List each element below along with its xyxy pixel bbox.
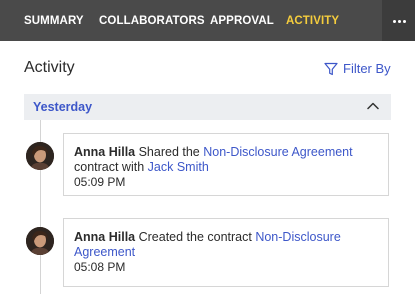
tab-collaborators[interactable]: COLLABORATORS (99, 0, 205, 41)
action-suffix: contract with (74, 160, 148, 174)
filter-icon (324, 62, 338, 76)
activity-card: Anna Hilla Created the contract Non-Disc… (63, 218, 389, 287)
top-tab-bar: SUMMARY COLLABORATORS APPROVAL ACTIVITY (0, 0, 415, 41)
activity-text: Anna Hilla Created the contract Non-Disc… (74, 230, 374, 275)
section-title: Activity (24, 59, 75, 76)
timestamp: 05:09 PM (74, 175, 126, 189)
document-link[interactable]: Non-Disclosure Agreement (203, 145, 352, 159)
filter-by-label: Filter By (343, 61, 391, 76)
timestamp: 05:08 PM (74, 260, 126, 274)
avatar (26, 227, 54, 255)
more-options-button[interactable] (382, 0, 415, 41)
avatar (26, 142, 54, 170)
activity-card: Anna Hilla Shared the Non-Disclosure Agr… (63, 133, 389, 196)
tab-approval[interactable]: APPROVAL (210, 0, 274, 41)
collaborator-link[interactable]: Jack Smith (148, 160, 209, 174)
user-name: Anna Hilla (74, 145, 136, 159)
group-header-yesterday[interactable]: Yesterday (24, 94, 391, 120)
action-text: Shared the (135, 145, 204, 159)
tab-activity[interactable]: ACTIVITY (286, 0, 339, 41)
group-label: Yesterday (33, 100, 93, 114)
tab-summary[interactable]: SUMMARY (24, 0, 84, 41)
activity-text: Anna Hilla Shared the Non-Disclosure Agr… (74, 145, 374, 190)
user-name: Anna Hilla (74, 230, 136, 244)
chevron-up-icon[interactable] (367, 101, 379, 111)
action-text: Created the contract (135, 230, 256, 244)
